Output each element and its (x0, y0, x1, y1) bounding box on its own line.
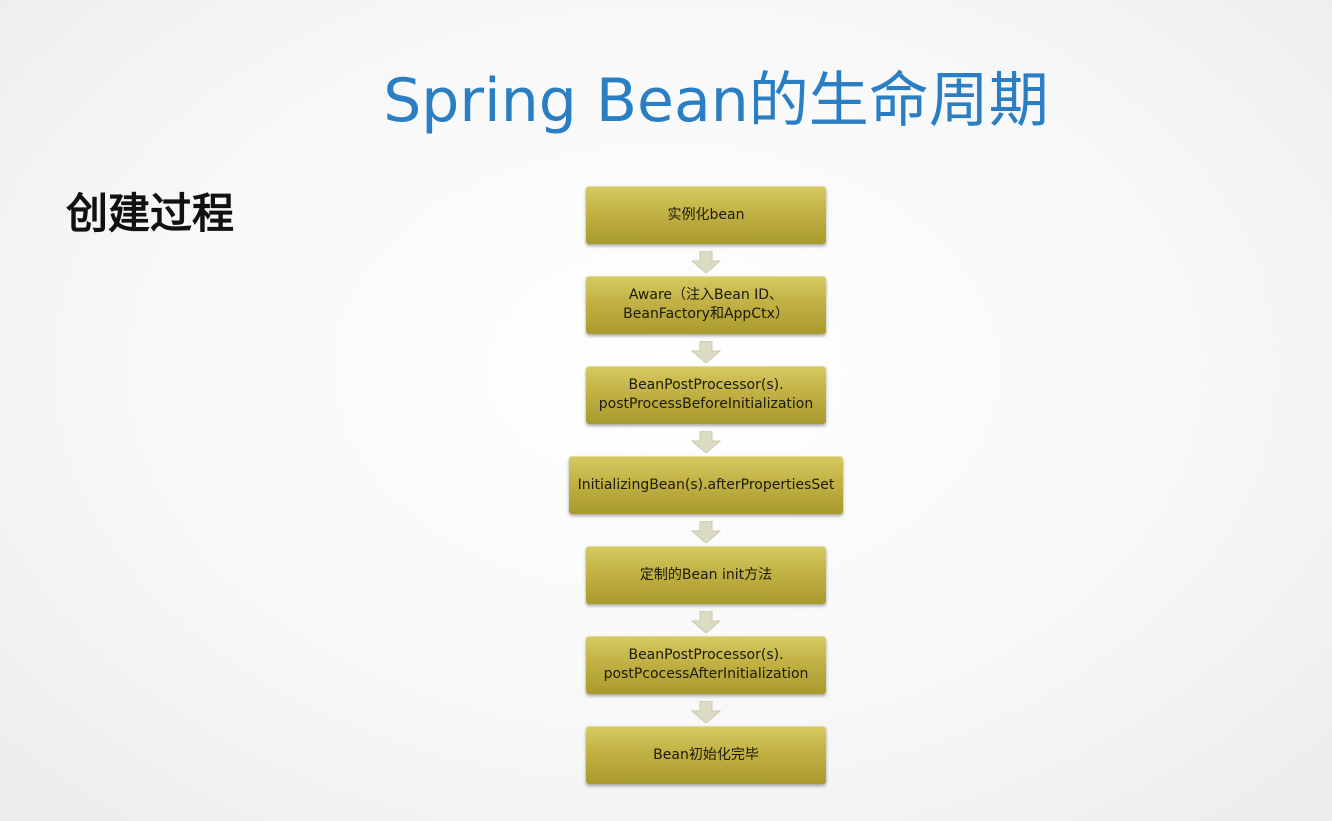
flow-step-custom-init: 定制的Bean init方法 (586, 546, 826, 604)
flow-arrow-1 (691, 251, 721, 273)
flow-arrow-6 (691, 701, 721, 723)
flow-arrow-2 (691, 341, 721, 363)
flow-arrow-4 (691, 521, 721, 543)
flow-step-init-complete: Bean初始化完毕 (586, 726, 826, 784)
flow-step-before-init: BeanPostProcessor(s). postProcessBeforeI… (586, 366, 826, 424)
flow-arrow-5 (691, 611, 721, 633)
slide-title: Spring Bean的生命周期 (383, 66, 1049, 136)
flow-arrow-3 (691, 431, 721, 453)
flow-step-instantiate: 实例化bean (586, 186, 826, 244)
flow-step-after-init: BeanPostProcessor(s). postPcocessAfterIn… (586, 636, 826, 694)
flow-step-after-properties-set: InitializingBean(s).afterPropertiesSet (569, 456, 843, 514)
section-label: 创建过程 (66, 189, 235, 238)
flow-step-aware: Aware（注入Bean ID、 BeanFactory和AppCtx） (586, 276, 826, 334)
